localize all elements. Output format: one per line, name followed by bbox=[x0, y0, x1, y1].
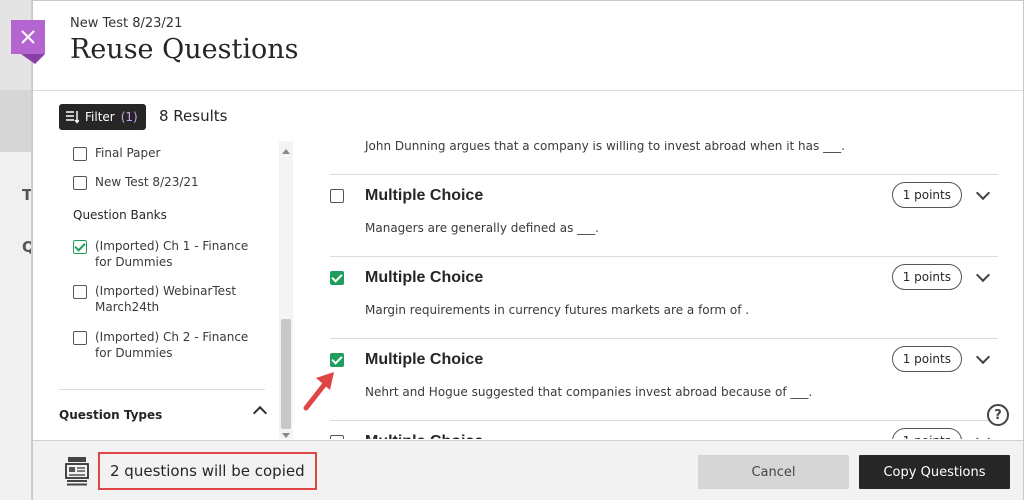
checkbox[interactable] bbox=[73, 285, 87, 299]
assessment-filter-final-paper[interactable]: Final Paper bbox=[73, 145, 160, 161]
cancel-button[interactable]: Cancel bbox=[698, 455, 849, 489]
filter-option-label: Final Paper bbox=[95, 146, 161, 160]
question-checkbox-checked[interactable] bbox=[330, 353, 344, 367]
question-checkbox[interactable] bbox=[330, 189, 344, 203]
filter-option-label: New Test 8/23/21 bbox=[95, 175, 199, 189]
question-item: Multiple Choice 1 points bbox=[330, 421, 998, 439]
question-text: Nehrt and Hogue suggested that companies… bbox=[365, 385, 813, 399]
sidebar-scrollbar[interactable] bbox=[279, 141, 293, 439]
chevron-down-icon[interactable] bbox=[975, 431, 991, 439]
copy-status-text: 2 questions will be copied bbox=[110, 462, 305, 480]
question-type: Multiple Choice bbox=[365, 187, 484, 204]
bank-filter-webinar[interactable]: (Imported) WebinarTestMarch24th bbox=[73, 283, 253, 315]
checkbox[interactable] bbox=[73, 147, 87, 161]
red-arrow-annotation bbox=[303, 372, 334, 411]
question-text: Margin requirements in currency futures … bbox=[365, 303, 750, 317]
question-types-section[interactable]: Question Types bbox=[59, 389, 268, 422]
filter-button[interactable]: Filter (1) bbox=[59, 104, 146, 130]
page-title: Reuse Questions bbox=[70, 34, 299, 65]
question-type: Multiple Choice bbox=[365, 269, 484, 286]
breadcrumb: New Test 8/23/21 bbox=[70, 16, 183, 31]
chevron-up-icon bbox=[252, 405, 268, 421]
close-icon bbox=[21, 30, 35, 44]
filter-sidebar: Final Paper New Test 8/23/21 Question Ba… bbox=[33, 141, 293, 439]
bank-filter-ch1[interactable]: (Imported) Ch 1 - Finance for Dummies bbox=[73, 238, 253, 270]
question-types-heading: Question Types bbox=[59, 408, 163, 422]
help-icon: ? bbox=[994, 407, 1002, 423]
chevron-down-icon[interactable] bbox=[975, 349, 991, 365]
question-item: John Dunning argues that a company is wi… bbox=[330, 141, 998, 175]
question-type: Multiple Choice bbox=[365, 433, 483, 439]
assessment-filter-new-test[interactable]: New Test 8/23/21 bbox=[73, 174, 199, 190]
checkbox[interactable] bbox=[73, 331, 87, 345]
question-item: Multiple Choice 1 points Managers are ge… bbox=[330, 175, 998, 257]
points-badge[interactable]: 1 points bbox=[891, 182, 962, 208]
close-button[interactable] bbox=[11, 20, 45, 64]
filter-count: (1) bbox=[120, 110, 138, 124]
question-stack-icon bbox=[65, 457, 89, 486]
question-checkbox-checked[interactable] bbox=[330, 271, 344, 285]
question-item: Multiple Choice 1 points Nehrt and Hogue… bbox=[330, 339, 998, 421]
filter-bar: Filter (1) 8 Results bbox=[33, 92, 1023, 141]
question-text: John Dunning argues that a company is wi… bbox=[365, 141, 845, 153]
scrollbar-thumb[interactable] bbox=[281, 319, 291, 429]
scroll-up-icon[interactable] bbox=[282, 149, 290, 154]
chevron-down-icon[interactable] bbox=[975, 185, 991, 201]
reuse-questions-panel: New Test 8/23/21 Reuse Questions Filter … bbox=[32, 0, 1024, 500]
points-badge[interactable]: 1 points bbox=[891, 428, 962, 439]
question-item: Multiple Choice 1 points Margin requirem… bbox=[330, 257, 998, 339]
filter-sort-icon bbox=[66, 111, 79, 124]
copy-questions-button[interactable]: Copy Questions bbox=[859, 455, 1010, 489]
help-button[interactable]: ? bbox=[987, 404, 1009, 426]
question-type: Multiple Choice bbox=[365, 351, 484, 368]
scroll-down-icon[interactable] bbox=[282, 433, 290, 438]
background-text-fragment: Te bbox=[22, 186, 31, 204]
panel-header: New Test 8/23/21 Reuse Questions bbox=[33, 1, 1023, 91]
background-page: Te Q bbox=[0, 0, 32, 500]
filter-option-label: (Imported) Ch 2 - Finance for Dummies bbox=[95, 330, 249, 360]
filter-option-label: (Imported) Ch 1 - Finance for Dummies bbox=[95, 239, 249, 269]
question-text: Managers are generally defined as ___. bbox=[365, 221, 599, 235]
panel-footer: 2 questions will be copied Cancel Copy Q… bbox=[33, 440, 1023, 500]
results-count: 8 Results bbox=[159, 107, 228, 125]
filter-label: Filter bbox=[85, 110, 115, 124]
question-list: John Dunning argues that a company is wi… bbox=[294, 141, 1023, 439]
question-checkbox[interactable] bbox=[330, 435, 344, 439]
question-banks-heading: Question Banks bbox=[73, 208, 167, 222]
background-text-fragment: Q bbox=[22, 238, 31, 256]
checkbox[interactable] bbox=[73, 176, 87, 190]
points-badge[interactable]: 1 points bbox=[891, 264, 962, 290]
bank-filter-ch2[interactable]: (Imported) Ch 2 - Finance for Dummies bbox=[73, 329, 253, 361]
chevron-down-icon[interactable] bbox=[975, 267, 991, 283]
checkbox-checked[interactable] bbox=[73, 240, 87, 254]
points-badge[interactable]: 1 points bbox=[891, 346, 962, 372]
filter-option-label: (Imported) WebinarTestMarch24th bbox=[95, 284, 237, 314]
copy-status-highlight: 2 questions will be copied bbox=[98, 452, 317, 490]
